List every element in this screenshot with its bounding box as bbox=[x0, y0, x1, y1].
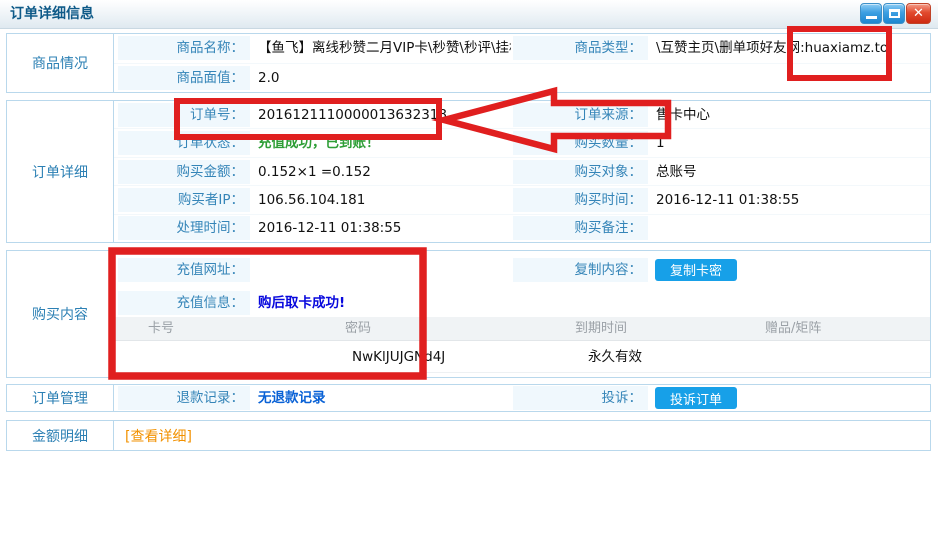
product-name-label: 商品名称： bbox=[118, 36, 250, 60]
col-expiry: 到期时间 bbox=[575, 317, 627, 341]
buyer-ip-value: 106.56.104.181 bbox=[258, 188, 365, 212]
section-manage-label: 订单管理 bbox=[7, 385, 114, 411]
col-card-number: 卡号 bbox=[148, 317, 174, 341]
process-time-label: 处理时间： bbox=[118, 216, 250, 240]
close-icon: ✕ bbox=[907, 6, 930, 21]
section-amount-label: 金额明细 bbox=[7, 421, 114, 450]
product-type-label: 商品类型： bbox=[513, 36, 648, 60]
copy-content-label: 复制内容： bbox=[513, 258, 648, 282]
minimize-button[interactable] bbox=[860, 3, 882, 24]
buy-amount-row: 购买金额： 0.152×1 =0.152 购买对象： 总账号 bbox=[114, 157, 930, 185]
product-type-value: \互赞主页\删单项好友网:huaxiamz.top(7517 bbox=[656, 36, 890, 60]
buy-amount-label: 购买金额： bbox=[118, 160, 250, 184]
process-time-value: 2016-12-11 01:38:55 bbox=[258, 216, 401, 240]
section-amount-detail: 金额明细 [查看详细] bbox=[6, 420, 931, 451]
section-order-manage: 订单管理 退款记录： 无退款记录 投诉： 投诉订单 bbox=[6, 384, 931, 412]
order-detail-dialog: 订单详细信息 ✕ 商品情况 商品名称： 【鱼飞】离线秒赞二月VIP卡\秒赞\秒评… bbox=[0, 0, 938, 539]
product-facevalue-label: 商品面值： bbox=[118, 66, 250, 90]
order-number-value: 2016121110000013632318 bbox=[258, 103, 447, 127]
buyer-ip-row: 购买者IP： 106.56.104.181 购买时间： 2016-12-11 0… bbox=[114, 185, 930, 213]
buy-time-label: 购买时间： bbox=[513, 188, 648, 212]
section-product: 商品情况 商品名称： 【鱼飞】离线秒赞二月VIP卡\秒赞\秒评\挂机 商品类型：… bbox=[6, 33, 931, 93]
section-content-label: 购买内容 bbox=[7, 251, 114, 377]
product-facevalue-row: 商品面值： 2.0 bbox=[114, 63, 930, 93]
card-table-row: NwKlJUJGNd4J 永久有效 bbox=[114, 341, 930, 373]
password-value: NwKlJUJGNd4J bbox=[352, 341, 445, 373]
order-number-row: 订单号： 2016121110000013632318 订单来源： 售卡中心 bbox=[114, 101, 930, 128]
recharge-url-row: 充值网址： 复制内容： 复制卡密 bbox=[114, 251, 930, 288]
section-product-label: 商品情况 bbox=[7, 34, 114, 92]
section-order-label: 订单详细 bbox=[7, 101, 114, 242]
order-status-label: 订单状态： bbox=[118, 131, 250, 155]
order-status-value: 充值成功，已到账！ bbox=[258, 131, 380, 155]
card-table-header: 卡号 密码 到期时间 赠品/矩阵 bbox=[114, 317, 930, 341]
buy-note-label: 购买备注： bbox=[513, 216, 648, 240]
process-time-row: 处理时间： 2016-12-11 01:38:55 购买备注： bbox=[114, 214, 930, 242]
buyer-ip-label: 购买者IP： bbox=[118, 188, 250, 212]
amount-detail-row: [查看详细] bbox=[114, 421, 930, 450]
dialog-title: 订单详细信息 bbox=[10, 0, 94, 28]
order-status-row: 订单状态： 充值成功，已到账！ 购买数量： 1 bbox=[114, 128, 930, 156]
expiry-value: 永久有效 bbox=[588, 341, 642, 373]
product-name-value: 【鱼飞】离线秒赞二月VIP卡\秒赞\秒评\挂机 bbox=[258, 36, 511, 60]
section-purchase-content: 购买内容 充值网址： 复制内容： 复制卡密 充值信息： 购后取卡成功! 卡号 密… bbox=[6, 250, 931, 378]
refund-value: 无退款记录 bbox=[258, 386, 326, 410]
buy-time-value: 2016-12-11 01:38:55 bbox=[656, 188, 799, 212]
buy-qty-label: 购买数量： bbox=[513, 131, 648, 155]
product-facevalue-value: 2.0 bbox=[258, 66, 279, 90]
col-gift-matrix: 赠品/矩阵 bbox=[765, 317, 821, 341]
refund-row: 退款记录： 无退款记录 投诉： 投诉订单 bbox=[114, 385, 930, 411]
complain-order-button[interactable]: 投诉订单 bbox=[655, 387, 737, 409]
order-source-value: 售卡中心 bbox=[656, 103, 710, 127]
buy-target-label: 购买对象： bbox=[513, 160, 648, 184]
maximize-button[interactable] bbox=[883, 3, 905, 24]
recharge-url-label: 充值网址： bbox=[118, 258, 250, 282]
recharge-info-label: 充值信息： bbox=[118, 291, 250, 315]
section-order-detail: 订单详细 订单号： 2016121110000013632318 订单来源： 售… bbox=[6, 100, 931, 243]
order-source-label: 订单来源： bbox=[513, 103, 648, 127]
minimize-icon bbox=[866, 16, 877, 19]
recharge-info-value: 购后取卡成功! bbox=[258, 291, 345, 315]
buy-target-value: 总账号 bbox=[656, 160, 697, 184]
col-password: 密码 bbox=[345, 317, 371, 341]
complaint-label: 投诉： bbox=[513, 386, 648, 410]
view-detail-link[interactable]: [查看详细] bbox=[125, 426, 192, 446]
maximize-icon bbox=[889, 9, 900, 18]
recharge-info-row: 充值信息： 购后取卡成功! bbox=[114, 288, 930, 317]
buy-qty-value: 1 bbox=[656, 131, 665, 155]
buy-amount-value: 0.152×1 =0.152 bbox=[258, 160, 371, 184]
copy-card-secret-button[interactable]: 复制卡密 bbox=[655, 259, 737, 281]
close-button[interactable]: ✕ bbox=[906, 3, 931, 24]
order-number-label: 订单号： bbox=[118, 103, 250, 127]
title-bar: 订单详细信息 ✕ bbox=[0, 0, 938, 29]
refund-label: 退款记录： bbox=[118, 386, 250, 410]
product-name-row: 商品名称： 【鱼飞】离线秒赞二月VIP卡\秒赞\秒评\挂机 商品类型： \互赞主… bbox=[114, 34, 930, 63]
